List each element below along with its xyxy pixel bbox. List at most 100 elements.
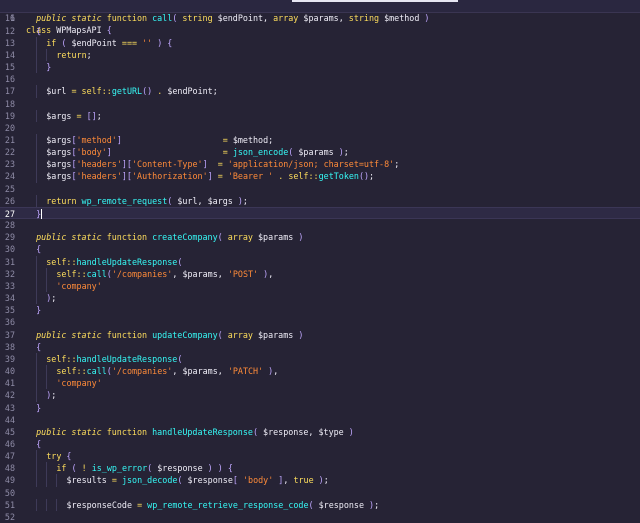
code-token: array	[227, 329, 259, 340]
code-line[interactable]: 31 self::handleUpdateResponse(	[0, 255, 640, 268]
code-line[interactable]: 47 try {	[0, 450, 640, 463]
code-line[interactable]: 21 $args['method'] = $method;	[0, 134, 640, 147]
code-line[interactable]: 16	[0, 73, 640, 85]
code-token: ;	[394, 159, 400, 170]
line-code: }	[36, 304, 41, 316]
code-token: function	[106, 426, 153, 437]
line-number: 34	[4, 293, 15, 304]
code-token: 'Content-Type'	[131, 159, 203, 170]
code-token: [	[232, 475, 243, 486]
code-token: =	[66, 86, 82, 97]
line-number: 17	[4, 86, 15, 97]
code-token: $params	[258, 329, 294, 340]
code-line[interactable]: 30 {	[0, 243, 640, 255]
line-number: 29	[4, 232, 15, 243]
code-line[interactable]: 45 public static function handleUpdateRes…	[0, 426, 640, 438]
code-token: ,	[172, 366, 183, 377]
code-line[interactable]: 17 $url = self::getURL() . $endPoint;	[0, 85, 640, 98]
code-line[interactable]: 43}	[0, 402, 640, 414]
indent-guide	[36, 170, 38, 183]
code-line[interactable]: 42);	[0, 389, 640, 402]
code-token: (	[172, 13, 183, 24]
indent-guide	[46, 279, 48, 293]
code-token: self	[288, 171, 309, 182]
code-token: $url	[177, 195, 198, 206]
code-token: ]	[273, 475, 284, 486]
code-editor[interactable]: 6 class WPMapsAPI { 11 public static func…	[0, 0, 640, 523]
code-line[interactable]: 20	[0, 122, 640, 134]
code-line[interactable]: 23 $args['headers']['Content-Type'] = 'ap…	[0, 158, 640, 171]
code-token: {	[66, 451, 72, 462]
line-code: }	[46, 61, 51, 73]
code-line[interactable]: 11 public static function call( string $e…	[0, 12, 640, 24]
code-token: ,	[273, 366, 279, 377]
code-token: =	[71, 110, 87, 121]
code-line[interactable]: 50	[0, 487, 640, 499]
code-token: $responseCode	[66, 499, 133, 510]
code-token: .	[273, 171, 289, 182]
code-line[interactable]: 36	[0, 316, 640, 328]
code-token: function	[106, 13, 153, 24]
code-line[interactable]: 37 public static function updateCompany( …	[0, 329, 640, 341]
code-line[interactable]: 14 return;	[0, 48, 640, 62]
code-line-current[interactable]: 27}	[0, 206, 640, 220]
code-token: ;	[51, 293, 57, 304]
code-line[interactable]: 24 $args['headers']['Authorization'] = 'B…	[0, 170, 640, 183]
code-line[interactable]: 49 $results = json_decode( $response[ 'bo…	[0, 474, 640, 487]
sticky-line[interactable]: 6 class WPMapsAPI {	[0, 0, 640, 35]
code-token: $endPoint	[71, 37, 117, 48]
code-line[interactable]: 25	[0, 183, 640, 195]
indent-guide	[36, 474, 38, 487]
code-line[interactable]: 19 $args = [];	[0, 109, 640, 122]
code-token: string	[348, 13, 385, 24]
line-code: return wp_remote_request( $url, $args );	[46, 195, 248, 207]
code-token: '/companies'	[111, 366, 173, 377]
code-line[interactable]: 33 'company'	[0, 279, 640, 293]
indent-guide	[36, 352, 38, 366]
code-token: (	[177, 256, 183, 267]
line-number: 40	[4, 366, 15, 377]
code-token: 'company'	[56, 378, 102, 389]
code-token: ;	[369, 171, 375, 182]
line-code: self::handleUpdateResponse(	[46, 256, 182, 268]
indent-guide	[36, 267, 38, 280]
code-token: {	[36, 341, 42, 352]
code-line[interactable]: 41 'company'	[0, 377, 640, 390]
code-line[interactable]: 29 public static function createCompany( …	[0, 231, 640, 243]
code-line[interactable]: 48 if ( ! is_wp_error( $response ) ) {	[0, 462, 640, 475]
code-line[interactable]: 34);	[0, 292, 640, 305]
code-line[interactable]: 38 {	[0, 341, 640, 353]
code-token: public static	[36, 13, 107, 24]
code-line[interactable]: 18	[0, 98, 640, 110]
code-token: $method	[232, 135, 269, 145]
code-token: $response	[157, 463, 203, 474]
code-line[interactable]: 44	[0, 414, 640, 426]
code-line[interactable]: 46 {	[0, 438, 640, 450]
code-line[interactable]: 52	[0, 511, 640, 523]
code-token: $params	[182, 366, 218, 377]
code-line[interactable]: 35}	[0, 304, 640, 316]
line-code: 'company'	[56, 377, 101, 389]
line-number: 19	[4, 110, 15, 121]
line-number: 39	[4, 353, 15, 364]
code-line[interactable]: 28	[0, 219, 640, 231]
line-code: self::handleUpdateResponse(	[46, 353, 182, 365]
code-line[interactable]: 26 return wp_remote_request( $url, $args …	[0, 194, 640, 207]
code-line[interactable]: 15}	[0, 61, 640, 74]
code-token: ;	[323, 475, 329, 486]
indent-guide	[56, 498, 58, 511]
line-code: }	[36, 402, 41, 414]
code-line[interactable]: 40 self::call('/companies', $params, 'PAT…	[0, 365, 640, 378]
text-cursor	[41, 209, 43, 220]
code-line[interactable]: 39 self::handleUpdateResponse(	[0, 352, 640, 366]
code-line[interactable]: 51 $responseCode = wp_remote_retrieve_res…	[0, 498, 640, 511]
code-token: function	[106, 232, 153, 243]
line-number: 49	[4, 475, 15, 486]
indent-guide	[36, 61, 38, 74]
code-line[interactable]: 32 self::call('/companies', $params, 'POS…	[0, 267, 640, 280]
code-line[interactable]: 22 $args['body'] = json_encode( $params )…	[0, 146, 640, 159]
code-line[interactable]: 13 if ( $endPoint === '' ) {	[0, 36, 640, 49]
sticky-scroll-header[interactable]: 6 class WPMapsAPI {	[0, 0, 640, 35]
code-token: if	[56, 463, 72, 474]
code-line[interactable]: 12 {	[0, 25, 640, 37]
